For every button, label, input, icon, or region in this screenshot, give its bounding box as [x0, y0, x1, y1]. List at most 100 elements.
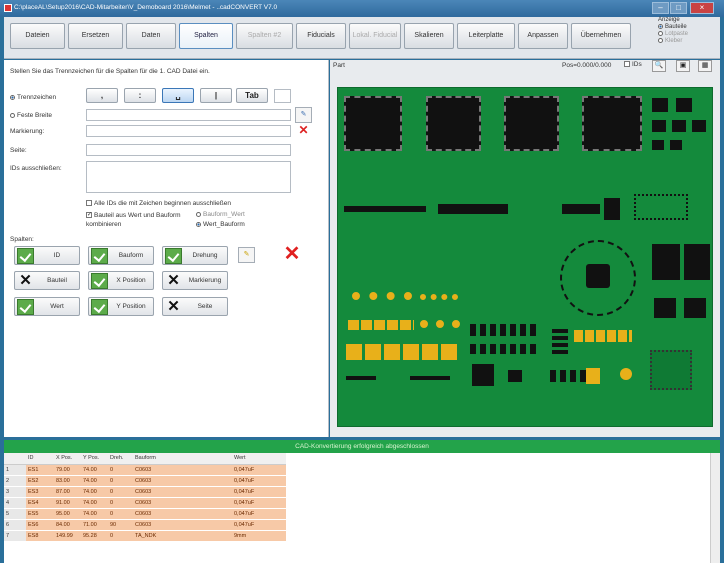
- table-cell: ES3: [26, 486, 54, 498]
- separator-comma[interactable]: ,: [86, 88, 118, 103]
- ids-input[interactable]: [86, 161, 291, 193]
- tab-anpassen[interactable]: Anpassen: [518, 23, 568, 49]
- remove-columns-icon[interactable]: ✕: [280, 244, 304, 266]
- column-id-button[interactable]: ID: [14, 246, 80, 265]
- column-header[interactable]: Wert: [232, 453, 286, 465]
- anzeige-option-lotpaste[interactable]: Lotpaste: [658, 31, 720, 37]
- column-header[interactable]: ID: [26, 453, 54, 465]
- table-cell: ES4: [26, 497, 54, 509]
- ids-toggle[interactable]: IDs: [624, 61, 642, 68]
- column-header[interactable]: [4, 453, 26, 465]
- table-cell: 79.00: [54, 464, 81, 476]
- tab-skalieren[interactable]: Skalieren: [404, 23, 454, 49]
- column-header[interactable]: Y Pos.: [81, 453, 108, 465]
- instruction-text: Stellen Sie das Trennzeichen für die Spa…: [10, 68, 210, 75]
- markierung-input[interactable]: [86, 125, 291, 137]
- window-title: C:\placeAL\Setup2016\CAD-Mitarbeiter\V_D…: [14, 4, 278, 11]
- grid-icon[interactable]: ▦: [698, 60, 712, 72]
- table-cell: 84.00: [54, 519, 81, 531]
- tab-spalten[interactable]: Spalten: [179, 23, 233, 49]
- vertical-scrollbar[interactable]: [710, 453, 720, 563]
- column-header[interactable]: X Pos.: [54, 453, 81, 465]
- zoom-icon[interactable]: 🔍: [652, 60, 666, 72]
- table-cell: ES6: [26, 519, 54, 531]
- check-icon: [91, 273, 108, 289]
- edit-columns-icon[interactable]: ✎: [238, 247, 255, 263]
- pcb-preview[interactable]: [337, 87, 713, 427]
- separator-colon[interactable]: :: [124, 88, 156, 103]
- column-bauteil-button[interactable]: ✕ Bauteil: [14, 271, 80, 290]
- component: [410, 376, 450, 380]
- separator-pipe[interactable]: |: [200, 88, 232, 103]
- tab-dateien[interactable]: Dateien: [10, 23, 65, 49]
- table-cell: 149.99: [54, 530, 81, 542]
- column-wert-button[interactable]: Wert: [14, 297, 80, 316]
- table-row[interactable]: 3 ES3 87.00 74.00 0 C0603 0,047uF: [4, 486, 286, 498]
- table-cell: C0603: [133, 475, 232, 487]
- tab-spalten-2[interactable]: Spalten #2: [236, 23, 293, 49]
- part-label: Part: [333, 62, 345, 69]
- save-icon[interactable]: ▣: [676, 60, 690, 72]
- table-cell: 74.00: [81, 464, 108, 476]
- small-chip: [672, 120, 686, 132]
- table-row[interactable]: 2 ES2 83.00 74.00 0 C0603 0,047uF: [4, 475, 286, 487]
- table-cell: 0,047uF: [232, 464, 286, 476]
- radio-wert-bauform[interactable]: Wert_Bauform: [196, 221, 245, 228]
- radio-feste-breite[interactable]: Feste Breite: [10, 112, 52, 119]
- custom-separator-input[interactable]: [274, 89, 291, 103]
- table-row[interactable]: 1 ES1 79.00 74.00 0 C0603 0,047uF: [4, 464, 286, 476]
- table-header-row: ID X Pos. Y Pos. Dreh. Bauform Wert: [4, 453, 286, 465]
- yellow-pad: [586, 368, 600, 384]
- table-row[interactable]: 4 ES4 91.00 74.00 0 C0603 0,047uF: [4, 497, 286, 509]
- feste-breite-input[interactable]: [86, 109, 291, 121]
- preview-header: Part Pos=0.000/0.000 IDs 🔍 ▣ ▦: [330, 60, 720, 74]
- table-row[interactable]: 6 ES6 84.00 71.00 90 C0603 0,047uF: [4, 519, 286, 531]
- column-drehung-button[interactable]: Drehung: [162, 246, 228, 265]
- column-y-position-button[interactable]: Y Position: [88, 297, 154, 316]
- column-x-position-button[interactable]: X Position: [88, 271, 154, 290]
- tab-fiducials[interactable]: Fiducials: [296, 23, 346, 49]
- edit-pencil-icon[interactable]: ✎: [295, 107, 312, 123]
- table-row[interactable]: 7 ES8 149.99 95.28 0 TA_NDK 9mm: [4, 530, 286, 542]
- column-markierung-button[interactable]: ✕ Markierung: [162, 271, 228, 290]
- anzeige-group: Anzeige Bauteile Lotpaste Kleber: [658, 17, 720, 45]
- cross-icon: ✕: [167, 298, 180, 315]
- preview-panel: Part Pos=0.000/0.000 IDs 🔍 ▣ ▦: [330, 60, 720, 437]
- maximize-button[interactable]: □: [670, 2, 687, 14]
- column-header[interactable]: Dreh.: [108, 453, 133, 465]
- radio-bauform-wert[interactable]: Bauform_Wert: [196, 211, 245, 218]
- check-ids-exclude[interactable]: Alle IDs die mit Zeichen beginnen aussch…: [86, 200, 231, 207]
- separator-space[interactable]: ␣: [162, 88, 194, 103]
- minimize-button[interactable]: –: [652, 2, 669, 14]
- tab-daten[interactable]: Daten: [126, 23, 176, 49]
- separator-tab[interactable]: Tab: [236, 88, 268, 103]
- tab-lokal-fiducial[interactable]: Lokal. Fiducial: [349, 23, 401, 49]
- seite-input[interactable]: [86, 144, 291, 156]
- title-bar: C:\placeAL\Setup2016\CAD-Mitarbeiter\V_D…: [0, 0, 724, 17]
- table-cell: 0: [108, 486, 133, 498]
- tab-ersetzen[interactable]: Ersetzen: [68, 23, 123, 49]
- pad-row: [574, 330, 632, 342]
- table-row[interactable]: 5 ES5 95.00 74.00 0 C0603 0,047uF: [4, 508, 286, 520]
- table-cell: TA_NDK: [133, 530, 232, 542]
- spalten-label: Spalten:: [10, 236, 34, 243]
- column-bauform-button[interactable]: Bauform: [88, 246, 154, 265]
- power-block: [684, 244, 710, 280]
- column-header[interactable]: Bauform: [133, 453, 232, 465]
- small-chip: [652, 140, 664, 150]
- close-button[interactable]: ×: [690, 2, 714, 14]
- table-cell: 0,047uF: [232, 486, 286, 498]
- clear-x-icon[interactable]: ✕: [295, 123, 312, 139]
- check-icon: [165, 248, 182, 264]
- column-seite-button[interactable]: ✕ Seite: [162, 297, 228, 316]
- radio-trennzeichen[interactable]: Trennzeichen: [10, 94, 56, 101]
- tab-uebernehmen[interactable]: Übernehmen: [571, 23, 631, 49]
- check-kombinieren[interactable]: ✓ Bauteil aus Wert und Bauform kombiniere…: [86, 211, 186, 229]
- pad-row: [420, 320, 460, 328]
- table-cell: 0,047uF: [232, 475, 286, 487]
- tab-leiterplatte[interactable]: Leiterplatte: [457, 23, 515, 49]
- anzeige-option-bauteile[interactable]: Bauteile: [658, 24, 720, 30]
- anzeige-option-kleber[interactable]: Kleber: [658, 38, 720, 44]
- table-cell: 74.00: [81, 497, 108, 509]
- table-cell: C0603: [133, 486, 232, 498]
